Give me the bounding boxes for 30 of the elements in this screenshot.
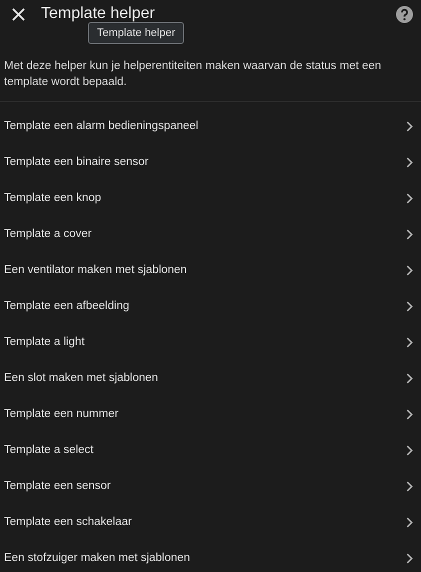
list-item[interactable]: Template een schakelaar	[0, 504, 421, 540]
chevron-icon	[406, 480, 413, 492]
help-icon[interactable]	[396, 6, 413, 22]
list-item[interactable]: Template een binaire sensor	[0, 144, 421, 180]
chevron-icon	[406, 300, 413, 312]
description-text: Met deze helper kun je helperentiteiten maken waarvan de status met een template wordt bepaald.	[4, 59, 382, 90]
list-item[interactable]: Een slot maken met sjablonen	[0, 360, 421, 396]
list-item[interactable]: Template a light	[0, 324, 421, 360]
tooltip: Template helper	[88, 22, 184, 44]
list-item[interactable]: Template een afbeelding	[0, 288, 421, 324]
chevron-icon	[406, 156, 413, 168]
chevron-icon	[406, 372, 413, 384]
chevron-icon	[406, 192, 413, 204]
list-item[interactable]: Template een sensor	[0, 468, 421, 504]
chevron-icon	[406, 408, 413, 420]
chevron-icon	[406, 228, 413, 240]
list-item[interactable]: Een ventilator maken met sjablonen	[0, 252, 421, 288]
chevron-icon	[406, 264, 413, 276]
chevron-icon	[406, 516, 413, 528]
list-item[interactable]: Template a cover	[0, 216, 421, 252]
dialog-title: Template helper	[41, 5, 155, 23]
chevron-icon	[406, 552, 413, 564]
list-item[interactable]: Een stofzuiger maken met sjablonen	[0, 540, 421, 572]
chevron-icon	[406, 336, 413, 348]
list-item[interactable]: Template een nummer	[0, 396, 421, 432]
list-item[interactable]: Template a select	[0, 432, 421, 468]
list-item[interactable]: Template een knop	[0, 180, 421, 216]
chevron-icon	[406, 120, 413, 132]
list-item[interactable]: Template een alarm bedieningspaneel	[0, 108, 421, 144]
chevron-icon	[406, 444, 413, 456]
